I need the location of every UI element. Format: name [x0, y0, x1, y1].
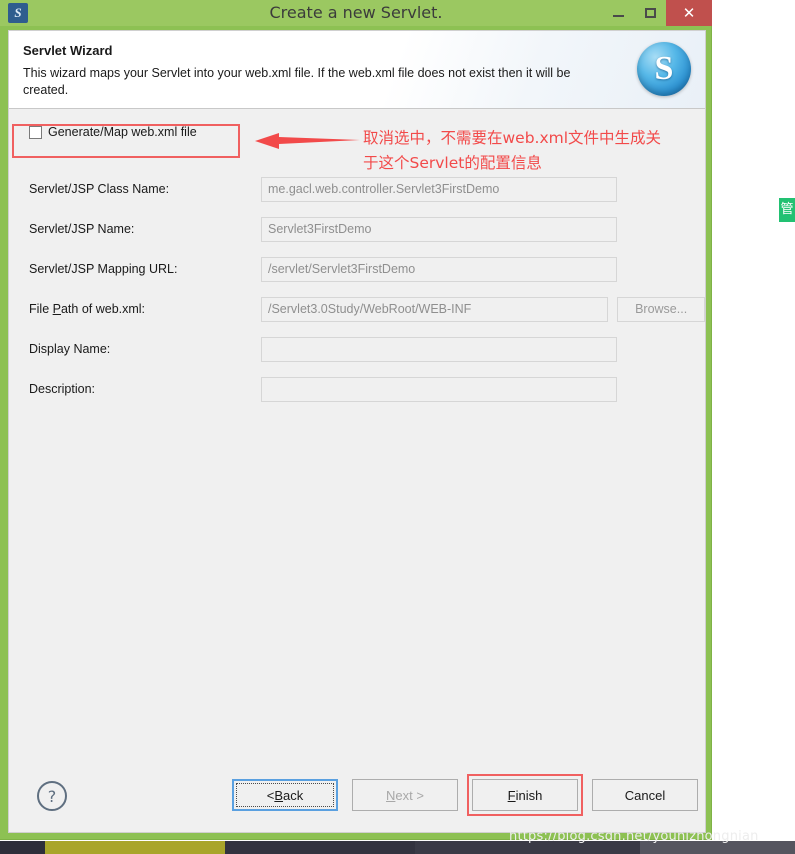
window-controls: ✕ [602, 0, 712, 26]
next-label-post: ext > [395, 787, 424, 803]
back-button[interactable]: < Back [232, 779, 338, 811]
field-label: Servlet/JSP Class Name: [29, 182, 170, 196]
field-label-mnemonic: P [52, 302, 61, 316]
servlet-logo-icon: S [637, 42, 691, 96]
wizard-content: Generate/Map web.xml file Servlet/JSP Cl… [9, 109, 705, 798]
field-row-description: Description: [9, 369, 705, 409]
field-label-post: ath of web.xml: [60, 302, 146, 316]
generate-webxml-checkbox[interactable] [29, 125, 42, 139]
back-label-pre: < [266, 787, 275, 803]
generate-webxml-label: Generate/Map web.xml file [48, 125, 197, 139]
wizard-header: Servlet Wizard This wizard maps your Ser… [9, 31, 705, 109]
webxml-file-path-input[interactable]: /Servlet3.0Study/WebRoot/WEB-INF [261, 296, 609, 322]
watermark-text: https://blog.csdn.net/younizhongnian [509, 829, 759, 844]
display-name-input[interactable] [261, 336, 617, 362]
field-row-file-path: File Path of web.xml: /Servlet3.0Study/W… [9, 289, 705, 329]
finish-button[interactable]: Finish [472, 779, 578, 811]
next-label-mnemonic: N [386, 787, 396, 803]
field-row-display-name: Display Name: [9, 329, 705, 369]
field-label: Description: [29, 382, 95, 396]
wizard-title: Servlet Wizard [23, 43, 113, 58]
form-fields: Servlet/JSP Class Name: me.gacl.web.cont… [9, 169, 705, 409]
field-row-servlet-name: Servlet/JSP Name: Servlet3FirstDemo [9, 209, 705, 249]
field-label: Servlet/JSP Name: [29, 222, 135, 236]
field-label: File Path of web.xml: [29, 302, 261, 316]
taskbar-segment [225, 841, 415, 854]
generate-webxml-checkbox-row[interactable]: Generate/Map web.xml file [23, 120, 205, 144]
help-icon[interactable]: ? [37, 781, 67, 811]
title-bar: S Create a new Servlet. ✕ [0, 0, 712, 26]
wizard-description: This wizard maps your Servlet into your … [23, 66, 571, 97]
wizard-buttons: < Back Next > Finish Cancel [232, 774, 712, 816]
maximize-icon[interactable] [634, 0, 666, 26]
description-input[interactable] [261, 376, 617, 402]
dialog-button-bar: ? < Back Next > Finish Cancel [9, 758, 705, 832]
finish-label-mnemonic: F [507, 787, 516, 803]
green-badge-icon: 管 [779, 198, 795, 222]
field-label: Servlet/JSP Mapping URL: [29, 262, 178, 276]
field-row-class-name: Servlet/JSP Class Name: me.gacl.web.cont… [9, 169, 705, 209]
logo-letter: S [654, 50, 674, 87]
servlet-name-input[interactable]: Servlet3FirstDemo [261, 216, 617, 242]
back-label-mnemonic: B [274, 787, 284, 803]
servlet-class-name-input[interactable]: me.gacl.web.controller.Servlet3FirstDemo [261, 176, 617, 202]
back-label-post: ack [283, 787, 304, 803]
next-button[interactable]: Next > [352, 779, 458, 811]
servlet-mapping-url-input[interactable]: /servlet/Servlet3FirstDemo [261, 256, 617, 282]
field-label: Display Name: [29, 342, 111, 356]
minimize-icon[interactable] [602, 0, 634, 26]
close-icon[interactable]: ✕ [666, 0, 712, 26]
wizard-dialog: Servlet Wizard This wizard maps your Ser… [8, 30, 706, 833]
finish-label-post: inish [515, 787, 543, 803]
finish-button-wrapper: Finish [467, 774, 583, 816]
field-label-pre: File [29, 302, 53, 316]
dialog-window: S Create a new Servlet. ✕ Servlet Wizard… [0, 0, 712, 840]
browse-button[interactable]: Browse... [617, 296, 705, 322]
field-row-mapping-url: Servlet/JSP Mapping URL: /servlet/Servle… [9, 249, 705, 289]
cancel-button[interactable]: Cancel [592, 779, 698, 811]
taskbar-start-segment [0, 841, 45, 854]
taskbar-active-app-segment [45, 841, 225, 854]
